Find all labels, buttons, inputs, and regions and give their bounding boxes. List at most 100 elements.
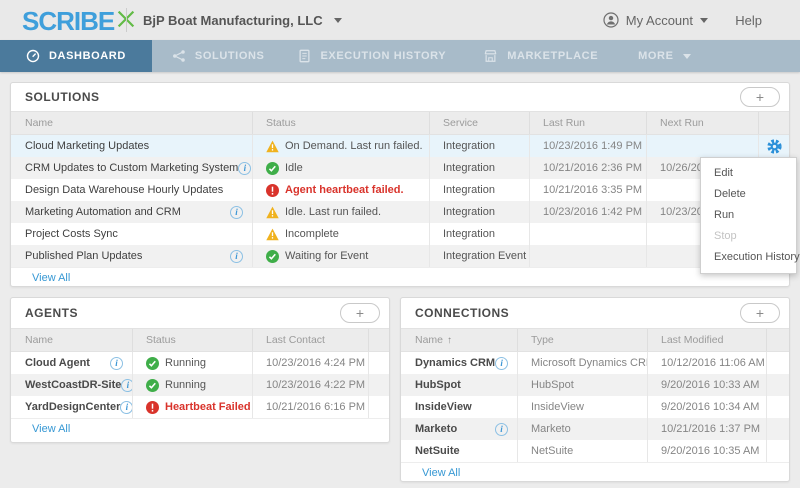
column-header[interactable]: Last Contact [253, 329, 369, 351]
connection-type: InsideView [518, 396, 648, 418]
spacer-cell [767, 418, 789, 440]
chevron-down-icon [683, 54, 691, 59]
context-menu-item[interactable]: Execution History [701, 247, 796, 268]
info-icon[interactable] [121, 379, 133, 392]
warning-status-icon [266, 228, 279, 241]
org-selector[interactable]: BjP Boat Manufacturing, LLC [143, 0, 342, 40]
solution-status: On Demand. Last run failed. [253, 135, 430, 157]
help-link[interactable]: Help [735, 0, 762, 40]
document-icon [298, 49, 311, 63]
column-header[interactable]: Last Run [530, 112, 647, 134]
connection-row[interactable]: InsideViewInsideView9/20/2016 10:34 AM [401, 396, 789, 418]
gear-icon[interactable] [767, 139, 782, 154]
solution-service: Integration [430, 135, 530, 157]
info-icon[interactable] [495, 423, 508, 436]
nav-tab-execution-history[interactable]: EXECUTION HISTORY [298, 40, 446, 72]
solution-name: Project Costs Sync [11, 223, 253, 245]
error-status-icon [146, 401, 159, 414]
ok-status-icon [146, 379, 159, 392]
person-icon [603, 12, 619, 28]
solution-last-run: 10/21/2016 2:36 PM [530, 157, 647, 179]
nav-label: MORE [638, 50, 673, 62]
column-header[interactable]: Type [518, 329, 648, 351]
solution-row[interactable]: Design Data Warehouse Hourly UpdatesAgen… [11, 179, 789, 201]
connection-last-modified: 9/20/2016 10:33 AM [648, 374, 767, 396]
solution-last-run: 10/21/2016 3:35 PM [530, 179, 647, 201]
info-icon[interactable] [230, 250, 243, 263]
solution-row[interactable]: Project Costs SyncIncompleteIntegration [11, 223, 789, 245]
connection-last-modified: 10/21/2016 1:37 PM [648, 418, 767, 440]
info-icon[interactable] [238, 162, 251, 175]
column-header[interactable]: Status [133, 329, 253, 351]
row-actions-cell [759, 135, 789, 157]
column-header[interactable]: Name↑ [401, 329, 518, 351]
connection-row[interactable]: MarketoMarketo10/21/2016 1:37 PM [401, 418, 789, 440]
add-solution-button[interactable]: + [740, 87, 780, 107]
add-connection-button[interactable]: + [740, 303, 780, 323]
spacer-cell [767, 396, 789, 418]
connection-type: NetSuite [518, 440, 648, 462]
column-header [369, 329, 389, 351]
agent-row[interactable]: Cloud AgentRunning10/23/2016 4:24 PM [11, 352, 389, 374]
column-header [759, 112, 789, 134]
agent-row[interactable]: WestCoastDR-SiteRunning10/23/2016 4:22 P… [11, 374, 389, 396]
connection-type: Microsoft Dynamics CRM [518, 352, 648, 374]
info-icon[interactable] [495, 357, 508, 370]
warning-status-icon [266, 206, 279, 219]
nav-tab-marketplace[interactable]: MARKETPLACE [483, 40, 598, 72]
column-header[interactable]: Service [430, 112, 530, 134]
solution-service: Integration Event [430, 245, 530, 267]
connections-panel: CONNECTIONS + Name↑TypeLast Modified Dyn… [400, 297, 790, 482]
nav-label: EXECUTION HISTORY [320, 50, 446, 62]
view-all-link[interactable]: View All [401, 462, 789, 482]
warning-status-icon [266, 140, 279, 153]
context-menu-item[interactable]: Delete [701, 184, 796, 205]
solution-name: Design Data Warehouse Hourly Updates [11, 179, 253, 201]
nav-tab-solutions[interactable]: SOLUTIONS [172, 40, 265, 72]
spacer-cell [369, 396, 389, 418]
solution-row[interactable]: Cloud Marketing UpdatesOn Demand. Last r… [11, 135, 789, 157]
spacer-cell [767, 352, 789, 374]
agent-name: YardDesignCenter [11, 396, 133, 418]
solution-name: Marketing Automation and CRM [11, 201, 253, 223]
info-icon[interactable] [230, 206, 243, 219]
agent-name: Cloud Agent [11, 352, 133, 374]
nav-tab-dashboard[interactable]: DASHBOARD [0, 40, 152, 72]
error-status-icon [266, 184, 279, 197]
info-icon[interactable] [120, 401, 133, 414]
nav-tab-more[interactable]: MORE [638, 40, 690, 72]
info-icon[interactable] [110, 357, 123, 370]
view-all-link[interactable]: View All [11, 418, 389, 438]
nav-label: DASHBOARD [49, 50, 126, 62]
agent-row[interactable]: YardDesignCenterHeartbeat Failed10/21/20… [11, 396, 389, 418]
solution-status: Agent heartbeat failed. [253, 179, 430, 201]
agent-last-contact: 10/23/2016 4:22 PM [253, 374, 369, 396]
solution-row[interactable]: CRM Updates to Custom Marketing SystemId… [11, 157, 789, 179]
view-all-link[interactable]: View All [11, 267, 789, 287]
column-header[interactable]: Status [253, 112, 430, 134]
connection-type: Marketo [518, 418, 648, 440]
add-agent-button[interactable]: + [340, 303, 380, 323]
solution-row[interactable]: Marketing Automation and CRMIdle. Last r… [11, 201, 789, 223]
ok-status-icon [266, 162, 279, 175]
connection-row[interactable]: NetSuiteNetSuite9/20/2016 10:35 AM [401, 440, 789, 462]
connection-row[interactable]: HubSpotHubSpot9/20/2016 10:33 AM [401, 374, 789, 396]
column-header[interactable]: Name [11, 112, 253, 134]
solution-last-run: 10/23/2016 1:49 PM [530, 135, 647, 157]
connection-row[interactable]: Dynamics CRMMicrosoft Dynamics CRM10/12/… [401, 352, 789, 374]
my-account-menu[interactable]: My Account [603, 0, 708, 40]
context-menu-item[interactable]: Edit [701, 163, 796, 184]
column-header[interactable]: Next Run [647, 112, 759, 134]
solution-status: Waiting for Event [253, 245, 430, 267]
org-name: BjP Boat Manufacturing, LLC [143, 13, 323, 28]
app-logo[interactable]: SCRIBE [22, 6, 137, 35]
column-header[interactable]: Last Modified [648, 329, 767, 351]
context-menu-item[interactable]: Run [701, 205, 796, 226]
ok-status-icon [146, 357, 159, 370]
column-header[interactable]: Name [11, 329, 133, 351]
connection-name: Marketo [401, 418, 518, 440]
solutions-table-body: Cloud Marketing UpdatesOn Demand. Last r… [11, 135, 789, 267]
solution-name: Cloud Marketing Updates [11, 135, 253, 157]
ok-status-icon [266, 250, 279, 263]
solution-row[interactable]: Published Plan UpdatesWaiting for EventI… [11, 245, 789, 267]
